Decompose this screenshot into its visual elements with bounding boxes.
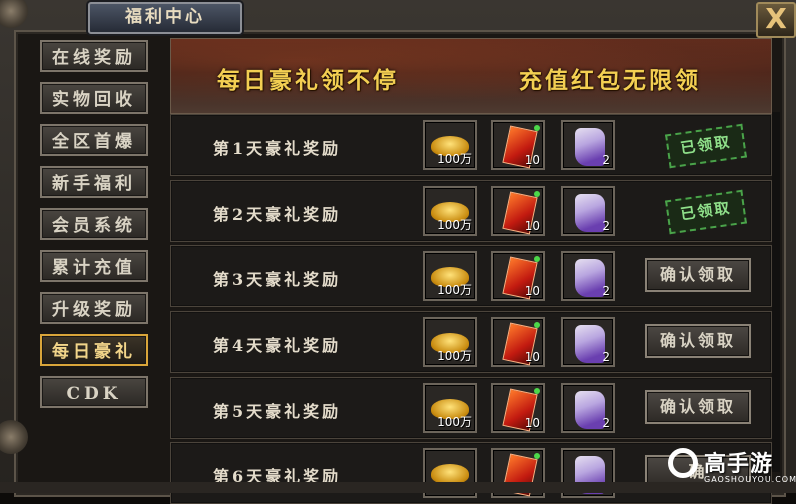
sidebar: 在线奖励 实物回收 全区首爆 新手福利 会员系统 累计充值 升级奖励 每日豪礼 … [26,36,162,486]
claimed-stamp: 已领取 [665,189,747,235]
reward-item-slot[interactable]: 100万 [423,186,477,236]
reward-row: 第5天豪礼奖励 100万 10 2 确认领取 [170,377,772,439]
watermark-icon [668,448,698,478]
reward-item-count: 10 [524,153,540,167]
banner-right-text: 充值红包无限领 [519,67,701,94]
sidebar-item-cumulative-recharge[interactable]: 累计充值 [40,250,148,282]
reward-item-count: 100万 [437,152,472,166]
reward-row: 第3天豪礼奖励 100万 10 2 确认领取 [170,245,772,307]
window-title: 福利中心 [125,7,205,27]
reward-item-slot[interactable]: 2 [561,317,615,367]
sidebar-item-daily-gift[interactable]: 每日豪礼 [40,334,148,366]
reward-item-count: 100万 [437,349,472,363]
watermark-text: 高手游 [704,452,774,477]
reward-row: 第2天豪礼奖励 100万 10 2 已领取 [170,180,772,242]
reward-item-count: 10 [524,350,540,364]
reward-item-slot[interactable]: 2 [561,120,615,170]
status-dot-icon [534,322,540,328]
reward-item-count: 2 [602,350,610,364]
reward-row-label: 第2天豪礼奖励 [213,205,342,224]
purple-scroll-icon [575,391,605,429]
close-button[interactable]: X [756,2,796,38]
reward-item-slot[interactable]: 100万 [423,317,477,367]
sidebar-item-cdk[interactable]: CDK [40,376,148,408]
sidebar-item-newbie-benefit[interactable]: 新手福利 [40,166,148,198]
reward-row-label: 第1天豪礼奖励 [213,139,342,158]
claim-button[interactable]: 确认领取 [645,390,751,424]
reward-item-count: 2 [602,219,610,233]
reward-item-slot[interactable]: 10 [491,186,545,236]
claim-button[interactable]: 确认领取 [645,324,751,358]
status-dot-icon [534,125,540,131]
reward-item-slot[interactable]: 100万 [423,120,477,170]
reward-item-count: 2 [602,153,610,167]
reward-item-slot[interactable]: 100万 [423,383,477,433]
promo-banner: 每日豪礼领不停 充值红包无限领 [170,38,772,114]
reward-row: 第1天豪礼奖励 100万 10 2 已领取 [170,114,772,176]
banner-left-text: 每日豪礼领不停 [217,67,399,94]
reward-item-count: 100万 [437,415,472,429]
reward-item-slot[interactable]: 100万 [423,251,477,301]
reward-row-label: 第3天豪礼奖励 [213,270,342,289]
purple-scroll-icon [575,194,605,232]
reward-item-count: 10 [524,219,540,233]
sidebar-item-first-drop[interactable]: 全区首爆 [40,124,148,156]
reward-item-count: 100万 [437,283,472,297]
sidebar-item-online-reward[interactable]: 在线奖励 [40,40,148,72]
sidebar-item-level-reward[interactable]: 升级奖励 [40,292,148,324]
reward-row: 第4天豪礼奖励 100万 10 2 确认领取 [170,311,772,373]
claim-button[interactable]: 确认领取 [645,258,751,292]
reward-item-slot[interactable]: 2 [561,186,615,236]
reward-item-slot[interactable]: 10 [491,317,545,367]
reward-row-label: 第5天豪礼奖励 [213,402,342,421]
gold-ingot-icon [431,464,469,484]
purple-scroll-icon [575,259,605,297]
claimed-stamp: 已领取 [665,123,747,169]
sidebar-item-item-recycle[interactable]: 实物回收 [40,82,148,114]
reward-item-count: 100万 [437,218,472,232]
status-dot-icon [534,191,540,197]
reward-item-slot[interactable]: 10 [491,383,545,433]
window-title-plate: 福利中心 [88,2,242,34]
reward-item-slot[interactable]: 2 [561,383,615,433]
reward-item-slot[interactable]: 10 [491,120,545,170]
reward-row-label: 第4天豪礼奖励 [213,336,342,355]
purple-scroll-icon [575,128,605,166]
reward-item-count: 10 [524,416,540,430]
reward-item-slot[interactable]: 2 [561,251,615,301]
scrollbar[interactable] [772,112,780,472]
reward-item-slot[interactable]: 10 [491,251,545,301]
status-dot-icon [534,388,540,394]
watermark-subtext: GAOSHOUYOU.COM [704,475,796,484]
status-dot-icon [534,256,540,262]
reward-item-count: 10 [524,284,540,298]
purple-scroll-icon [575,325,605,363]
status-dot-icon [534,453,540,459]
watermark-logo: 高手游 GAOSHOUYOU.COM [664,446,796,490]
reward-item-count: 2 [602,416,610,430]
sidebar-item-membership[interactable]: 会员系统 [40,208,148,240]
reward-item-count: 2 [602,284,610,298]
